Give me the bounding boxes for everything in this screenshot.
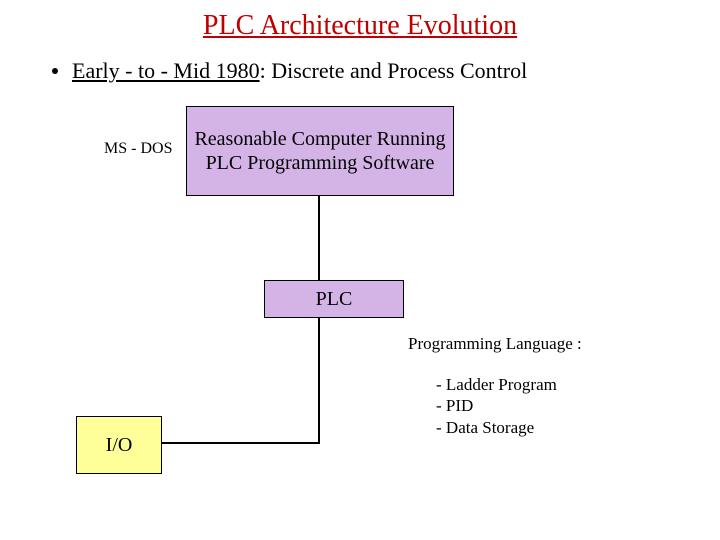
bullet-rest-text: : Discrete and Process Control [260, 58, 528, 84]
page-title: PLC Architecture Evolution [0, 10, 720, 42]
computer-box: Reasonable Computer Running PLC Programm… [186, 106, 454, 196]
lang-item: - Ladder Program [436, 374, 557, 395]
lang-heading: Programming Language : [408, 334, 582, 354]
connector-computer-plc [318, 196, 320, 280]
plc-box: PLC [264, 280, 404, 318]
bullet-early-text: Early - to - Mid 1980 [72, 58, 260, 84]
bullet-icon [52, 68, 58, 74]
connector-plc-down [318, 318, 320, 444]
bullet-line: Early - to - Mid 1980 : Discrete and Pro… [52, 58, 527, 84]
lang-item: - Data Storage [436, 417, 557, 438]
lang-item: - PID [436, 395, 557, 416]
io-box: I/O [76, 416, 162, 474]
lang-list: - Ladder Program - PID - Data Storage [436, 374, 557, 438]
msdos-label: MS - DOS [104, 140, 172, 158]
